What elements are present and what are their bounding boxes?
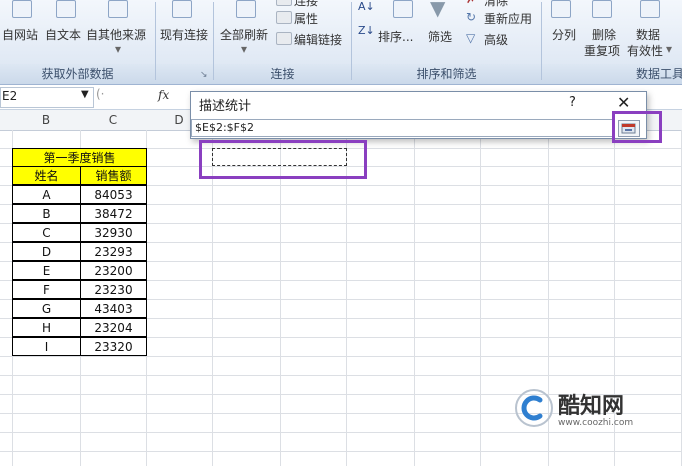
header-cell-sales[interactable]: 销售额	[80, 166, 147, 185]
range-input[interactable]: $E$2:$F$2	[191, 119, 615, 137]
grid-line	[280, 130, 281, 466]
data-validation-icon	[640, 0, 660, 18]
from-text-button[interactable]: 自文本	[45, 26, 81, 43]
connections-icon	[276, 0, 292, 6]
data-validation-label: 有效性	[627, 44, 664, 58]
table-cell-name[interactable]: H	[12, 318, 81, 337]
table-cell-sales[interactable]: 38472	[80, 204, 147, 223]
descriptive-statistics-dialog[interactable]: 描述统计 ? ✕ $E$2:$F$2	[190, 91, 647, 139]
grid-line	[212, 130, 213, 466]
ribbon-separator	[155, 2, 156, 80]
watermark-url: www.coozhi.com	[558, 418, 634, 428]
refresh-icon	[236, 0, 256, 18]
highlight-box-range-button	[612, 111, 662, 143]
data-validation-button[interactable]: 数据	[636, 26, 660, 43]
edit-links-button[interactable]: 编辑链接	[294, 31, 342, 48]
sort-descending-icon[interactable]: Z↓	[358, 24, 375, 37]
formula-bar-divider-icon: (·	[96, 87, 105, 101]
reapply-icon: ↻	[466, 10, 477, 24]
chevron-down-icon: ▾	[241, 42, 248, 56]
close-button[interactable]: ✕	[617, 93, 630, 112]
table-cell-sales[interactable]: 32930	[80, 223, 147, 242]
table-cell-name[interactable]: E	[12, 261, 81, 280]
table-cell-name[interactable]: F	[12, 280, 81, 299]
remove-duplicates-label: 重复项	[584, 44, 621, 58]
reapply-button[interactable]: 重新应用	[484, 10, 532, 27]
existing-connections-button[interactable]: 现有连接	[160, 26, 208, 43]
remove-duplicates-icon	[592, 0, 612, 18]
group-label-sort-filter: 排序和筛选	[416, 67, 477, 81]
table-cell-sales[interactable]: 23320	[80, 337, 147, 356]
chevron-down-icon: ▾	[115, 42, 122, 56]
table-title-cell[interactable]: 第一季度销售	[12, 148, 147, 167]
chevron-down-icon: ▾	[666, 42, 673, 56]
table-cell-name[interactable]: D	[12, 242, 81, 261]
filter-button[interactable]: 筛选	[428, 28, 452, 45]
table-cell-sales[interactable]: 23204	[80, 318, 147, 337]
coozhi-logo-icon	[515, 389, 553, 427]
grid-line	[480, 130, 481, 466]
column-header-c[interactable]: C	[80, 110, 146, 130]
sort-icon	[393, 0, 413, 18]
table-cell-name[interactable]: G	[12, 299, 81, 318]
fx-icon[interactable]: fx	[158, 88, 169, 102]
sort-ascending-icon[interactable]: A↓	[358, 0, 375, 13]
highlight-box-target-cell	[199, 140, 367, 179]
filter-icon: ▼	[430, 0, 446, 20]
table-cell-sales[interactable]: 43403	[80, 299, 147, 318]
table-cell-name[interactable]: I	[12, 337, 81, 356]
grid-line	[0, 451, 682, 452]
advanced-button[interactable]: 高级	[484, 31, 508, 48]
group-label-data-tools: 数据工具	[636, 67, 682, 81]
text-file-icon	[56, 0, 76, 18]
web-icon	[12, 0, 32, 18]
from-other-sources-button[interactable]: 自其他来源	[86, 26, 146, 43]
grid-line	[346, 130, 347, 466]
grid-line	[0, 375, 682, 376]
other-sources-icon	[108, 0, 128, 18]
table-cell-name[interactable]: C	[12, 223, 81, 242]
group-label-connections: 连接	[270, 67, 295, 81]
help-button[interactable]: ?	[569, 95, 576, 110]
grid-line	[414, 130, 415, 466]
name-box-value: E2	[2, 89, 18, 103]
refresh-all-button[interactable]: 全部刷新	[220, 26, 268, 43]
group-label-external-data: 获取外部数据	[41, 67, 114, 81]
watermark-name: 酷知网	[558, 394, 625, 419]
ribbon-separator	[541, 2, 542, 80]
existing-connections-icon	[172, 0, 192, 18]
chevron-down-icon[interactable]: ▼	[81, 89, 89, 100]
connections-button[interactable]: 连接	[294, 0, 318, 9]
text-to-columns-button[interactable]: 分列	[552, 26, 576, 43]
advanced-icon: ▽	[466, 31, 476, 45]
from-web-button[interactable]: 自网站	[2, 26, 38, 43]
table-cell-sales[interactable]: 84053	[80, 185, 147, 204]
table-cell-sales[interactable]: 23293	[80, 242, 147, 261]
table-cell-sales[interactable]: 23200	[80, 261, 147, 280]
properties-icon	[276, 11, 292, 24]
edit-links-icon	[276, 32, 292, 45]
sort-button[interactable]: 排序...	[378, 28, 413, 45]
properties-button[interactable]: 属性	[294, 10, 318, 27]
dialog-launcher-icon[interactable]: ↘	[200, 70, 208, 80]
name-box[interactable]: E2 ▼	[0, 87, 94, 108]
table-cell-name[interactable]: A	[12, 185, 81, 204]
remove-duplicates-button[interactable]: 删除	[592, 26, 616, 43]
column-header-b[interactable]: B	[12, 110, 80, 130]
table-cell-name[interactable]: B	[12, 204, 81, 223]
clear-button[interactable]: 清除	[484, 0, 508, 9]
clear-icon: ✗	[466, 0, 476, 6]
header-cell-name[interactable]: 姓名	[12, 166, 81, 185]
watermark-logo: 酷知网 www.coozhi.com	[512, 382, 672, 442]
text-to-columns-icon	[551, 0, 571, 18]
dialog-title: 描述统计	[199, 99, 252, 114]
table-cell-sales[interactable]: 23230	[80, 280, 147, 299]
